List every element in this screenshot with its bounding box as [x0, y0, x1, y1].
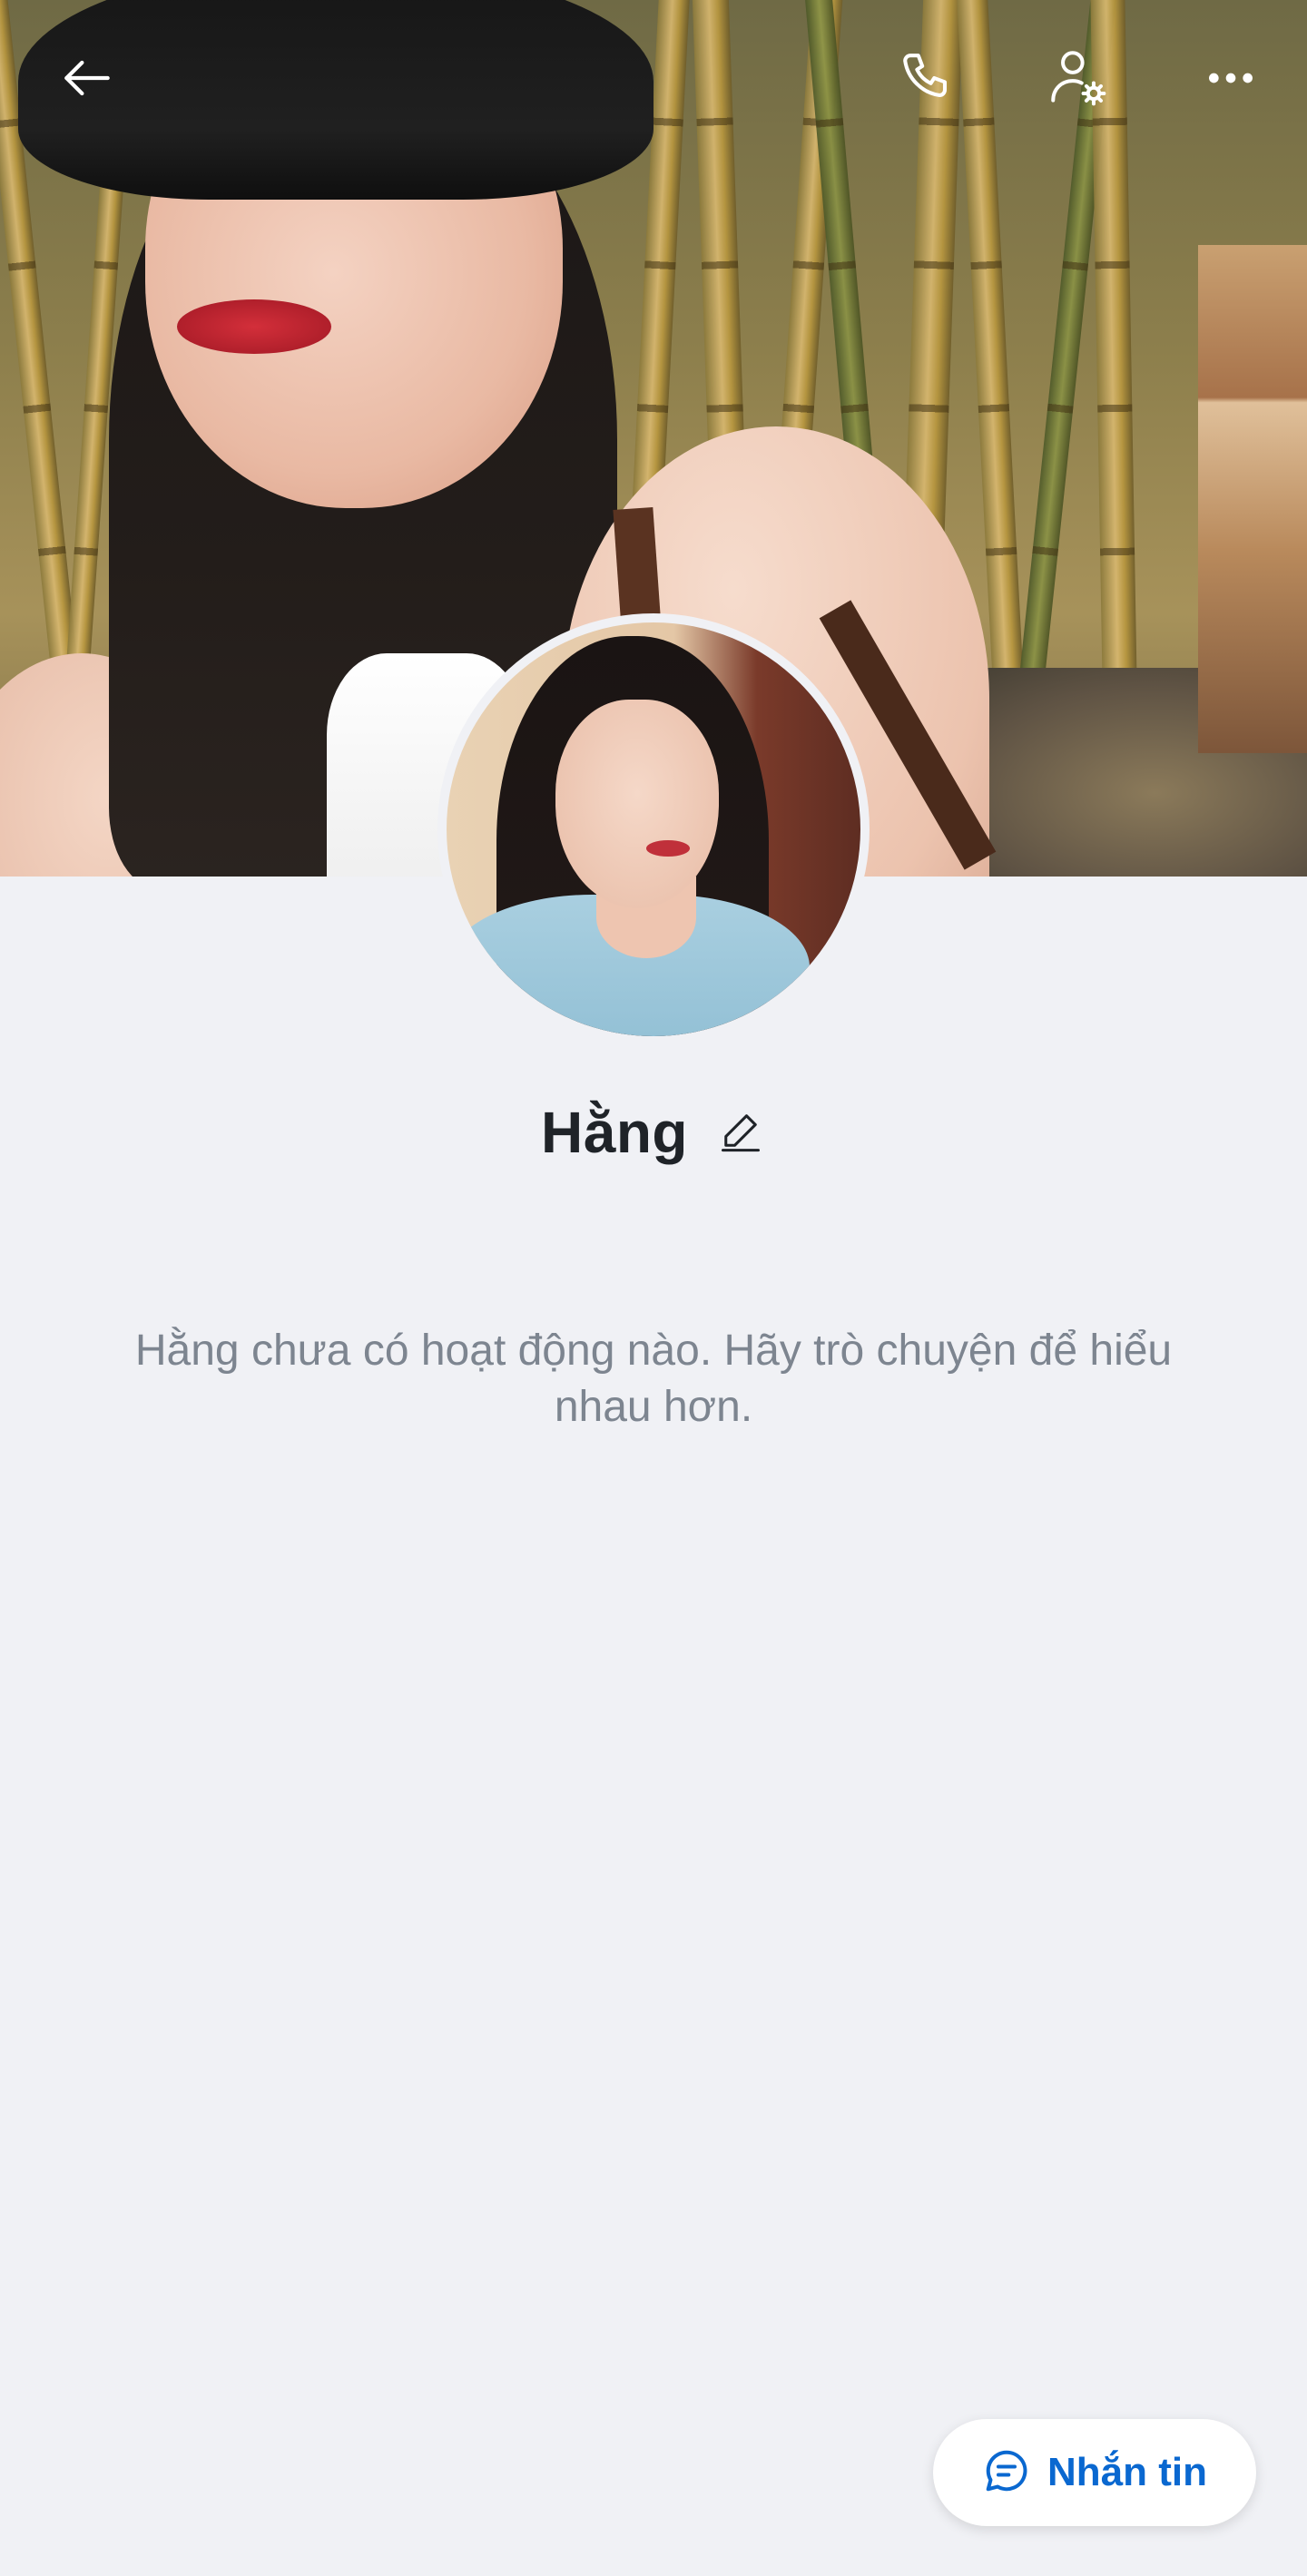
message-button[interactable]: Nhắn tin [933, 2419, 1256, 2526]
user-settings-icon [1045, 44, 1112, 112]
back-button[interactable] [44, 34, 131, 122]
profile-settings-button[interactable] [1035, 34, 1122, 122]
arrow-left-icon [56, 47, 118, 109]
message-button-label: Nhắn tin [1047, 2450, 1207, 2494]
edit-name-button[interactable] [715, 1107, 766, 1158]
avatar-photo [447, 622, 860, 1036]
name-row: Hằng [0, 1089, 1307, 1176]
more-horizontal-icon [1202, 49, 1260, 107]
call-button[interactable] [884, 34, 971, 122]
empty-activity-message: Hằng chưa có hoạt động nào. Hãy trò chuy… [134, 1327, 1173, 1431]
avatar[interactable] [437, 613, 870, 1045]
more-options-button[interactable] [1187, 34, 1274, 122]
top-bar [0, 0, 1307, 154]
phone-icon [896, 46, 959, 110]
pencil-icon [717, 1107, 764, 1159]
chat-bubble-icon [982, 2446, 1031, 2500]
profile-page: Hằng Hằng chưa có hoạt động nào. Hãy trò… [0, 0, 1307, 2576]
profile-name: Hằng [541, 1100, 688, 1165]
